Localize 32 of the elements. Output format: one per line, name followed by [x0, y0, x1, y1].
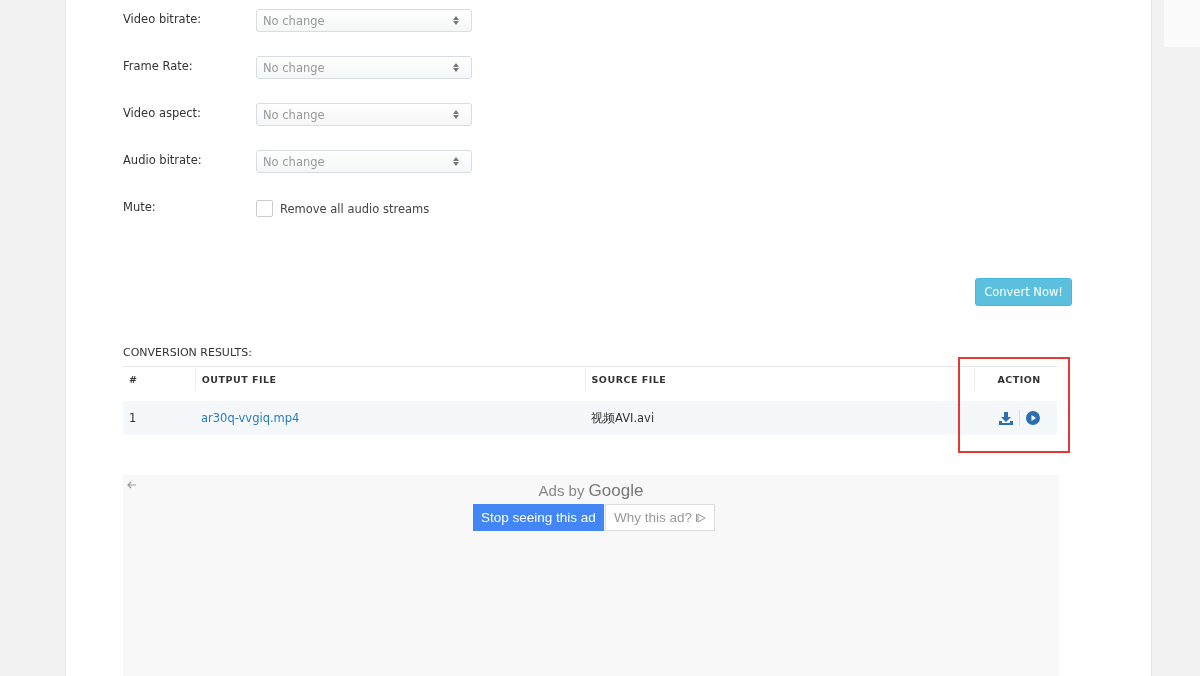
checkbox-label[interactable]: Remove all audio streams: [280, 201, 430, 216]
field-label: Mute:: [123, 199, 157, 214]
table-cell: 视频AVI.avi: [591, 410, 655, 425]
column-header: SOURCE FILE: [591, 373, 667, 385]
field-label: Audio bitrate:: [123, 152, 203, 167]
ads-by-label: Ads by: [538, 482, 585, 499]
column-header: OUTPUT FILE: [201, 373, 277, 385]
sort-arrows-icon: [453, 110, 459, 119]
table-cell: 1: [129, 411, 137, 425]
column-header: ACTION: [997, 373, 1041, 385]
sort-arrows-icon: [453, 16, 459, 25]
stop-ad-button[interactable]: Stop seeing this ad: [473, 504, 604, 531]
sort-arrows-icon: [453, 63, 459, 72]
select-field[interactable]: No change: [256, 150, 472, 173]
play-icon[interactable]: [1025, 411, 1040, 425]
back-arrow-icon[interactable]: [127, 481, 136, 489]
download-icon[interactable]: [998, 411, 1013, 425]
select-field[interactable]: No change: [256, 103, 472, 126]
triangle-icon: [695, 512, 706, 523]
field-label: Frame Rate:: [123, 58, 194, 73]
section-title: CONVERSION RESULTS:: [123, 346, 253, 359]
select-field[interactable]: No change: [256, 9, 472, 32]
brand-label: Google: [588, 481, 644, 500]
column-header: #: [129, 373, 138, 385]
field-label: Video bitrate:: [123, 11, 203, 26]
why-ad-button[interactable]: Why this ad?: [604, 504, 715, 531]
checkbox[interactable]: [256, 200, 273, 217]
field-label: Video aspect:: [123, 105, 202, 120]
select-field[interactable]: No change: [256, 56, 472, 79]
sort-arrows-icon: [453, 157, 459, 166]
file-link[interactable]: ar30q-vvgiq.mp4: [201, 411, 300, 425]
convert-button[interactable]: Convert Now!: [975, 278, 1072, 306]
